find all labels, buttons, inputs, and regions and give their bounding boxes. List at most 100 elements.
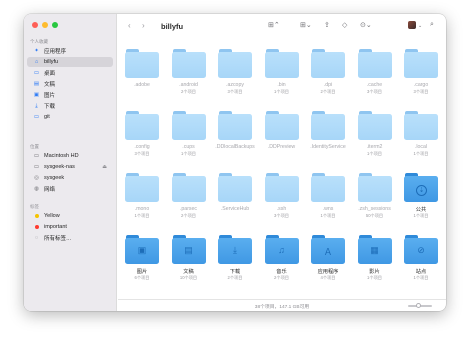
folder-item[interactable]: .dpi 2个项目 bbox=[305, 42, 351, 100]
folder-icon bbox=[125, 111, 159, 140]
server-icon: ▭ bbox=[33, 164, 40, 170]
folder-icon bbox=[218, 111, 252, 140]
folder-item[interactable]: ♫ 音乐 2个项目 bbox=[259, 228, 305, 286]
sidebar-item-label: 所有标签… bbox=[44, 236, 72, 242]
folder-icon: ▦ bbox=[357, 235, 392, 264]
folder-item[interactable]: .DDlocalBackups bbox=[212, 104, 258, 162]
sidebar-item-network[interactable]: ◍ 网络 bbox=[27, 184, 113, 194]
sidebar-item-tag-yellow[interactable]: Yellow bbox=[27, 211, 113, 221]
folder-item[interactable]: .local 1个项目 bbox=[398, 104, 444, 162]
pictures-icon: ▣ bbox=[33, 92, 40, 98]
sidebar: 个人收藏 ✦ 应用程序 ⌂ billyfu ▭ 桌面 ▤ 文稿 ▣ 图片 ⤓ 下… bbox=[24, 14, 117, 311]
sidebar-item-label: 文稿 bbox=[44, 82, 56, 88]
more-actions-icon[interactable]: ⊙⌄ bbox=[360, 21, 372, 29]
folder-item[interactable]: .mono 1个项目 bbox=[119, 166, 165, 224]
folder-item[interactable]: .adobe bbox=[119, 42, 165, 100]
tag-icon[interactable]: ◇ bbox=[342, 21, 347, 29]
folder-icon: ⇣ bbox=[404, 173, 438, 202]
sidebar-item-documents[interactable]: ▤ 文稿 bbox=[27, 79, 113, 89]
avatar[interactable] bbox=[408, 21, 416, 29]
search-icon[interactable]: ⌕ bbox=[430, 21, 434, 29]
folder-item[interactable]: .iterm2 1个项目 bbox=[352, 104, 398, 162]
desktop-icon: ▭ bbox=[33, 70, 40, 76]
folder-icon bbox=[404, 111, 438, 140]
folder-item[interactable]: .parsec 2个项目 bbox=[166, 166, 212, 224]
folder-icon bbox=[404, 49, 438, 78]
sidebar-item-desktop[interactable]: ▭ 桌面 bbox=[27, 68, 113, 78]
sidebar-item-label: 下载 bbox=[44, 104, 56, 110]
sidebar-item-all-tags[interactable]: ◌ 所有标签… bbox=[27, 233, 113, 243]
folder-item[interactable]: .DDPreview bbox=[259, 104, 305, 162]
folder-item[interactable]: .bin 1个项目 bbox=[259, 42, 305, 100]
folder-name: .cargo bbox=[413, 82, 429, 88]
folder-icon bbox=[311, 49, 345, 78]
folder-icon bbox=[311, 173, 345, 202]
sidebar-item-tag-important[interactable]: important bbox=[27, 222, 113, 232]
folder-item[interactable]: ⇣ 公共 1个项目 bbox=[398, 166, 444, 224]
folder-item[interactable]: ▦ 影片 1个项目 bbox=[352, 228, 398, 286]
close-button[interactable] bbox=[32, 22, 38, 28]
icon-view-icon[interactable]: ⊞⌃ bbox=[268, 21, 280, 29]
sidebar-item-sysgeek-nas[interactable]: ▭ sysgeek-nas ⏏ bbox=[27, 162, 113, 172]
forward-button[interactable]: › bbox=[142, 21, 145, 30]
folder-icon bbox=[171, 111, 206, 140]
sidebar-item-downloads[interactable]: ⤓ 下载 bbox=[27, 101, 113, 111]
sidebar-item-label: sysgeek-nas bbox=[44, 164, 75, 170]
toolbar: ‹ › billyfu ⊞⌃ ⊞⌄ ⇪ ◇ ⊙⌄ ⌄ ⌕ bbox=[118, 14, 446, 40]
sidebar-item-macintosh-hd[interactable]: ▭ Macintosh HD bbox=[27, 151, 113, 161]
icon-size-slider[interactable] bbox=[408, 303, 432, 308]
main-pane: ‹ › billyfu ⊞⌃ ⊞⌄ ⇪ ◇ ⊙⌄ ⌄ ⌕ .adobe .andr… bbox=[118, 14, 446, 311]
sidebar-item-pictures[interactable]: ▣ 图片 bbox=[27, 90, 113, 100]
eject-icon[interactable]: ⏏ bbox=[102, 164, 107, 170]
folder-item[interactable]: ⤓ 下载 2个项目 bbox=[212, 228, 258, 286]
folder-item-count: 2个项目 bbox=[181, 212, 196, 218]
folder-item[interactable]: ⊘ 站点 1个项目 bbox=[398, 228, 444, 286]
disk-icon: ▭ bbox=[33, 153, 40, 159]
zoom-button[interactable] bbox=[52, 22, 58, 28]
folder-item-count: 3个项目 bbox=[413, 88, 429, 94]
group-by-icon[interactable]: ⊞⌄ bbox=[300, 21, 312, 29]
minimize-button[interactable] bbox=[42, 22, 48, 28]
folder-icon bbox=[171, 49, 206, 78]
folder-item[interactable]: Ａ 应用程序 4个项目 bbox=[305, 228, 351, 286]
folder-symbol-icon: ▦ bbox=[370, 245, 379, 255]
sidebar-item-label: git bbox=[44, 114, 50, 120]
sidebar-item-label: 应用程序 bbox=[44, 49, 67, 55]
sidebar-section-tags: 标签 bbox=[30, 204, 39, 209]
folder-item[interactable]: .android 2个项目 bbox=[166, 42, 212, 100]
red-tag-dot-icon bbox=[34, 225, 39, 229]
folder-item[interactable]: .azcopy 3个项目 bbox=[212, 42, 258, 100]
sidebar-item-sysgeek[interactable]: ◎ sysgeek bbox=[27, 173, 113, 183]
chevron-down-icon[interactable]: ⌄ bbox=[418, 23, 422, 29]
folder-icon: ⊘ bbox=[404, 235, 438, 264]
folder-item-count: 1个项目 bbox=[413, 274, 429, 280]
folder-item[interactable]: .zsh_sessions 50个项目 bbox=[352, 166, 398, 224]
folder-item[interactable]: ▣ 图片 6个项目 bbox=[119, 228, 165, 286]
folder-item[interactable]: .ServiceHub bbox=[212, 166, 258, 224]
folder-item[interactable]: .wns 1个项目 bbox=[305, 166, 351, 224]
home-icon: ⌂ bbox=[34, 59, 39, 65]
folder-item[interactable]: .cargo 3个项目 bbox=[398, 42, 444, 100]
traffic-lights bbox=[32, 22, 58, 28]
folder-icon bbox=[311, 111, 345, 140]
folder-icon bbox=[125, 49, 159, 78]
sidebar-item-label: Macintosh HD bbox=[44, 153, 79, 159]
folder-item[interactable]: .config 3个项目 bbox=[119, 104, 165, 162]
folder-item[interactable]: ▤ 文稿 10个项目 bbox=[166, 228, 212, 286]
folder-item[interactable]: .ssh 3个项目 bbox=[259, 166, 305, 224]
back-button[interactable]: ‹ bbox=[128, 21, 131, 30]
status-text: 38个项目，147.1 GB可用 bbox=[254, 305, 310, 310]
folder-item-count: 1个项目 bbox=[413, 212, 429, 218]
sidebar-item-git[interactable]: ▭ git bbox=[27, 112, 113, 122]
sidebar-item-home[interactable]: ⌂ billyfu bbox=[27, 57, 113, 67]
folder-item[interactable]: .cups 1个项目 bbox=[166, 104, 212, 162]
folder-item[interactable]: .cache 3个项目 bbox=[352, 42, 398, 100]
folder-item[interactable]: .IdentityService bbox=[305, 104, 351, 162]
globe-icon: ◎ bbox=[34, 175, 39, 181]
sidebar-item-applications[interactable]: ✦ 应用程序 bbox=[27, 46, 113, 56]
folder-icon: ▣ bbox=[125, 235, 159, 264]
folder-symbol-icon: ▤ bbox=[184, 245, 193, 255]
folder-item-count: 1个项目 bbox=[413, 150, 429, 156]
share-icon[interactable]: ⇪ bbox=[324, 21, 330, 29]
folder-icon bbox=[264, 111, 299, 140]
